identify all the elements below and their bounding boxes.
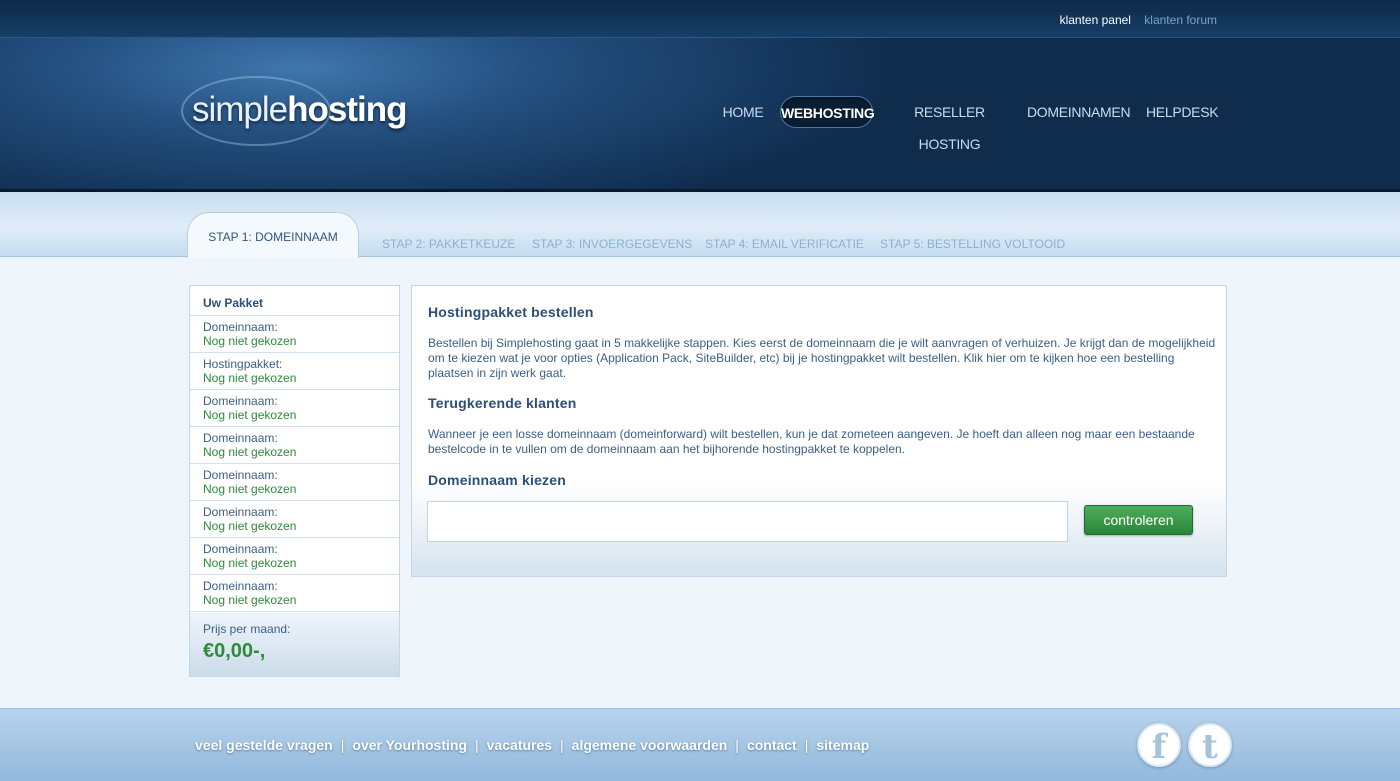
nav-domeinnamen[interactable]: DOMEINNAMEN [1027, 96, 1131, 128]
intro-text: Bestellen bij Simplehosting gaat in 5 ma… [428, 336, 1216, 380]
summary-row-value: Nog niet gekozen [203, 445, 297, 459]
summary-row-value: Nog niet gekozen [203, 556, 297, 570]
header: simplehosting HOME WEBHOSTING RESELLER H… [0, 38, 1400, 192]
summary-row: Domeinnaam: Nog niet gekozen [190, 316, 399, 353]
summary-row-value: Nog niet gekozen [203, 334, 297, 348]
step-5-tab: STAP 5: BESTELLING VOLTOOID [880, 237, 1066, 251]
klanten-panel-link[interactable]: klanten panel [1060, 13, 1131, 27]
footer-link-terms[interactable]: algemene voorwaarden [572, 737, 728, 753]
footer-link-vacancies[interactable]: vacatures [487, 737, 552, 753]
summary-row: Domeinnaam: Nog niet gekozen [190, 575, 399, 612]
footer-separator: | [560, 737, 564, 753]
monthly-price-value: €0,00-, [203, 640, 266, 662]
summary-row-label: Domeinnaam: [203, 505, 278, 519]
monthly-price: Prijs per maand: €0,00-, [190, 613, 399, 676]
footer-separator: | [475, 737, 479, 753]
package-summary: Uw Pakket Domeinnaam: Nog niet gekozen H… [189, 285, 400, 677]
step-4-tab: STAP 4: EMAIL VERIFICATIE [705, 237, 864, 251]
monthly-price-label: Prijs per maand: [203, 622, 291, 636]
summary-row-value: Nog niet gekozen [203, 371, 297, 385]
footer-link-sitemap[interactable]: sitemap [816, 737, 869, 753]
heading-choose-domain: Domeinnaam kiezen [428, 472, 566, 488]
package-summary-title: Uw Pakket [190, 286, 399, 316]
returning-customers-text: Wanneer je een losse domeinnaam (domeinf… [428, 427, 1195, 456]
footer-separator: | [735, 737, 739, 753]
summary-row: Domeinnaam: Nog niet gekozen [190, 464, 399, 501]
summary-row: Hostingpakket: Nog niet gekozen [190, 353, 399, 390]
klanten-forum-link[interactable]: klanten forum [1144, 13, 1217, 27]
summary-row-value: Nog niet gekozen [203, 593, 297, 607]
summary-row-label: Domeinnaam: [203, 468, 278, 482]
footer-separator: | [340, 737, 345, 753]
footer: veel gestelde vragen | over Yourhosting | va… [0, 708, 1400, 781]
nav-reseller-hosting[interactable]: RESELLER HOSTING [887, 96, 1012, 152]
step-3-tab: STAP 3: INVOERGEGEVENS [532, 237, 693, 251]
order-steps: STAP 1: DOMEINNAAM STAP 2: PAKKETKEUZE S… [0, 192, 1400, 258]
check-domain-button[interactable]: controleren [1084, 505, 1193, 535]
top-links: klanten panel klanten forum [1050, 13, 1217, 27]
summary-row-value: Nog niet gekozen [203, 408, 297, 422]
twitter-icon[interactable]: t [1188, 723, 1232, 767]
nav-helpdesk[interactable]: HELPDESK [1146, 96, 1219, 128]
heading-order-package: Hostingpakket bestellen [428, 304, 594, 320]
order-panel: Hostingpakket bestellen Bestellen bij Si… [411, 285, 1227, 577]
nav-home[interactable]: HOME [717, 96, 769, 128]
domain-input[interactable] [427, 501, 1068, 542]
summary-row-label: Domeinnaam: [203, 320, 278, 334]
summary-row-value: Nog niet gekozen [203, 482, 297, 496]
summary-row: Domeinnaam: Nog niet gekozen [190, 427, 399, 464]
heading-returning-customers: Terugkerende klanten [428, 395, 577, 411]
facebook-icon[interactable]: f [1137, 723, 1181, 767]
step-2-tab: STAP 2: PAKKETKEUZE [382, 237, 516, 251]
summary-row: Domeinnaam: Nog niet gekozen [190, 501, 399, 538]
footer-link-about[interactable]: over Yourhosting [352, 737, 467, 753]
summary-row-label: Domeinnaam: [203, 542, 278, 556]
summary-row-label: Hostingpakket: [203, 357, 283, 371]
footer-links: veel gestelde vragen | over Yourhosting | va… [195, 737, 869, 753]
main-nav: HOME WEBHOSTING RESELLER HOSTING DOMEINN… [0, 96, 1400, 152]
top-bar: klanten panel klanten forum [0, 0, 1400, 38]
summary-row: Domeinnaam: Nog niet gekozen [190, 390, 399, 427]
summary-row-label: Domeinnaam: [203, 394, 278, 408]
summary-row: Domeinnaam: Nog niet gekozen [190, 538, 399, 575]
footer-link-faq[interactable]: veel gestelde vragen [195, 737, 333, 753]
summary-row-value: Nog niet gekozen [203, 519, 297, 533]
summary-row-label: Domeinnaam: [203, 431, 278, 445]
summary-row-label: Domeinnaam: [203, 579, 278, 593]
footer-link-contact[interactable]: contact [747, 737, 797, 753]
step-1-tab[interactable]: STAP 1: DOMEINNAAM [187, 212, 359, 258]
footer-separator: | [804, 737, 809, 753]
nav-webhosting[interactable]: WEBHOSTING [780, 96, 875, 128]
